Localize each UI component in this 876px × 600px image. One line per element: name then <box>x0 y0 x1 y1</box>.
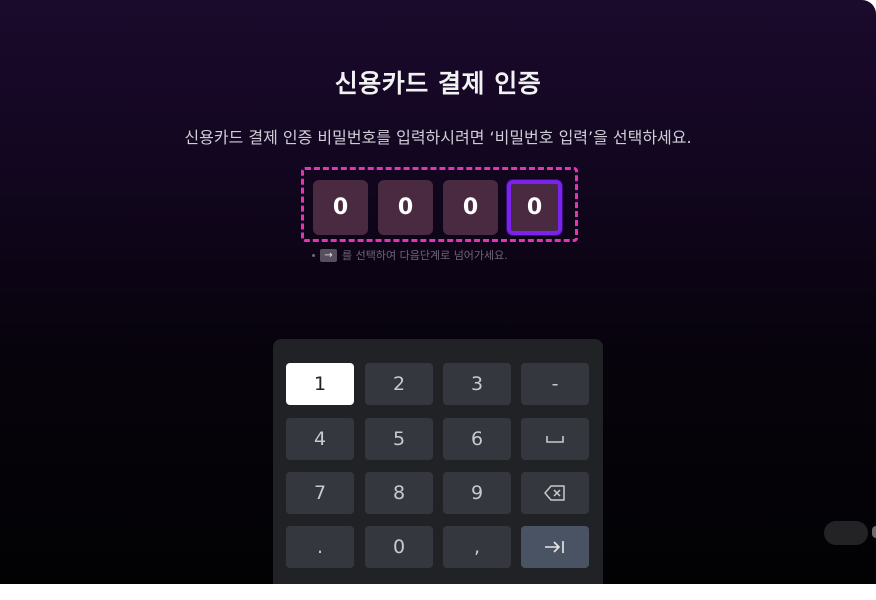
bullet-icon <box>312 253 315 257</box>
pin-digit-1[interactable]: 0 <box>313 180 368 235</box>
key-backspace[interactable] <box>521 472 589 514</box>
keypad-key[interactable]: 4 <box>286 418 354 460</box>
pin-digit-2[interactable]: 0 <box>378 180 433 235</box>
side-indicator <box>872 526 876 538</box>
keypad-key[interactable]: 6 <box>443 418 511 460</box>
hint-text: 를 선택하여 다음단계로 넘어가세요. <box>342 249 508 262</box>
backspace-icon <box>544 485 566 501</box>
space-icon <box>546 434 564 444</box>
keypad-key[interactable]: - <box>521 363 589 405</box>
keypad-key[interactable]: 8 <box>365 472 433 514</box>
keypad-key[interactable]: 7 <box>286 472 354 514</box>
keypad-key[interactable]: 9 <box>443 472 511 514</box>
numeric-keypad: 123- 456 789. 0, <box>273 339 603 584</box>
keypad-key[interactable]: 1 <box>286 363 354 405</box>
keypad-key[interactable]: , <box>443 526 511 568</box>
next-step-hint: → 를 선택하여 다음단계로 넘어가세요. <box>312 248 508 262</box>
keypad-key[interactable]: 5 <box>365 418 433 460</box>
arrow-right-icon: → <box>320 248 337 262</box>
keypad-key[interactable]: . <box>286 526 354 568</box>
tab-next-icon <box>544 540 566 554</box>
pin-input-group: 0 0 0 0 <box>301 167 578 242</box>
page-subtitle: 신용카드 결제 인증 비밀번호를 입력하시려면 ‘비밀번호 입력’을 선택하세요… <box>184 128 692 147</box>
key-tab-next[interactable] <box>521 526 589 568</box>
page-title: 신용카드 결제 인증 <box>334 69 542 98</box>
pin-digit-4[interactable]: 0 <box>507 180 562 235</box>
payment-auth-screen: 신용카드 결제 인증 신용카드 결제 인증 비밀번호를 입력하시려면 ‘비밀번호… <box>0 0 876 584</box>
keypad-key[interactable]: 2 <box>365 363 433 405</box>
keypad-key[interactable]: 3 <box>443 363 511 405</box>
keypad-key[interactable]: 0 <box>365 526 433 568</box>
pin-digit-3[interactable]: 0 <box>443 180 498 235</box>
key-space[interactable] <box>521 418 589 460</box>
side-handle[interactable] <box>824 521 868 545</box>
